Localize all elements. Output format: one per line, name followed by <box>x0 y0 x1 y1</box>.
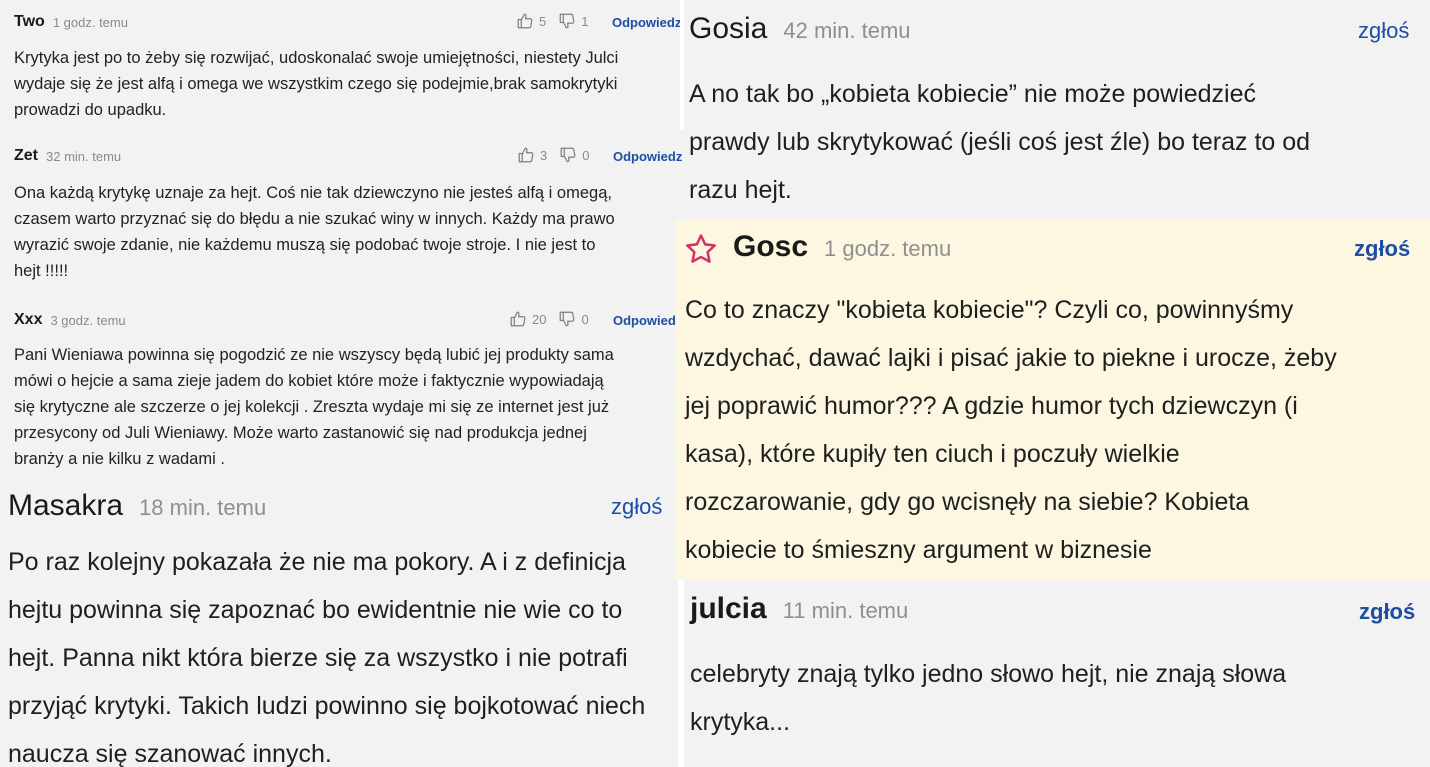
comment-card: Two 1 godz. temu 5 1 Odpowiedz Krytyka j… <box>0 0 680 130</box>
like-count: 20 <box>532 311 547 327</box>
report-link[interactable]: zgłoś <box>1359 599 1415 625</box>
comment-line: kobiecie to śmieszny argument w biznesie <box>685 536 1152 564</box>
comment-author: Two <box>14 13 45 30</box>
comment-author: Xxx <box>14 311 43 328</box>
dislike-button[interactable]: 0 <box>558 310 589 328</box>
comment-line: wyrazić swoje zdanie, nie każdemu muszą … <box>14 236 596 254</box>
comment-line: wydaje się że jest alfą i omega we wszys… <box>14 75 618 93</box>
comment-body: Po raz kolejny pokazała że nie ma pokory… <box>8 538 645 767</box>
comment-header: julcia 11 min. temu <box>690 592 908 626</box>
comment-header: Masakra 18 min. temu <box>8 489 266 523</box>
thumbs-up-icon <box>518 147 534 163</box>
comment-line: Po raz kolejny pokazała że nie ma pokory… <box>8 548 626 576</box>
comment-time: 11 min. temu <box>782 598 909 623</box>
comment-line: mówi o hejcie a sama zieje jadem do kobi… <box>14 372 604 390</box>
comment-line: prowadzi do upadku. <box>14 101 167 119</box>
comment-body: Co to znaczy "kobieta kobiecie"? Czyli c… <box>685 286 1337 574</box>
vote-group: 20 0 <box>509 310 589 328</box>
comment-card: Zet 32 min. temu 3 0 Odpowiedz Ona każdą… <box>0 130 684 293</box>
comment-author: Gosia <box>689 12 768 45</box>
dislike-button[interactable]: 0 <box>559 146 589 164</box>
dislike-count: 0 <box>581 311 589 327</box>
comment-card: Gosia 42 min. temu zgłoś A no tak bo „ko… <box>684 0 1430 220</box>
comment-header: Gosc 1 godz. temu <box>733 230 951 264</box>
comment-author: Masakra <box>8 489 124 522</box>
comment-line: Krytyka jest po to żeby się rozwijać, ud… <box>14 49 619 67</box>
report-link[interactable]: zgłoś <box>1358 18 1409 44</box>
dislike-count: 1 <box>581 13 589 29</box>
comment-line: przesycony od Juli Wieniawy. Może warto … <box>14 424 587 442</box>
thumbs-down-icon <box>560 311 575 327</box>
comment-line: rozczarowanie, gdy go wcisnęły na siebie… <box>685 488 1250 516</box>
comment-body: Pani Wieniawa powinna się pogodzić ze ni… <box>14 342 614 472</box>
reply-button[interactable]: Odpowiedz <box>612 15 680 30</box>
comment-body: celebryty znają tylko jedno słowo hejt, … <box>690 650 1286 746</box>
vote-group: 5 1 <box>516 12 588 30</box>
comment-line: A no tak bo „kobieta kobiecie” nie może … <box>689 80 1256 108</box>
dislike-count: 0 <box>582 147 590 163</box>
like-count: 3 <box>540 147 548 163</box>
comment-header: Gosia 42 min. temu <box>689 12 911 46</box>
comment-line: hejt !!!!! <box>14 262 69 280</box>
like-button[interactable]: 3 <box>517 146 547 164</box>
comment-line: razu hejt. <box>689 176 792 204</box>
comment-time: 3 godz. temu <box>50 312 126 328</box>
comment-line: czasem warto przyznać się do błędu a nie… <box>14 210 615 228</box>
thumbs-down-icon <box>559 13 575 29</box>
comment-line: kasa), które kupiły ten ciuch i poczuły … <box>685 440 1180 468</box>
comment-line: jej poprawić humor??? A gdzie humor tych… <box>685 392 1298 420</box>
comment-card: Masakra 18 min. temu zgłoś Po raz kolejn… <box>0 483 678 767</box>
report-link[interactable]: zgłoś <box>1354 236 1410 262</box>
comment-body: A no tak bo „kobieta kobiecie” nie może … <box>689 70 1310 214</box>
comment-line: hejt. Panna nikt która bierze się za wsz… <box>8 644 628 672</box>
comment-time: 32 min. temu <box>46 148 122 164</box>
comment-time: 1 godz. temu <box>824 236 952 261</box>
comment-body: Krytyka jest po to żeby się rozwijać, ud… <box>14 45 618 123</box>
reply-button[interactable]: Odpowiedz <box>613 149 682 164</box>
comment-author: Zet <box>14 147 38 164</box>
comment-author: Gosc <box>733 230 809 263</box>
comment-line: krytyka... <box>690 708 791 736</box>
comment-time: 1 godz. temu <box>52 14 128 30</box>
featured-comment-card: Gosc 1 godz. temu zgłoś Co to znaczy "ko… <box>676 220 1430 580</box>
comment-line: branży a nie kilku z wadami . <box>14 450 225 468</box>
comment-card: Xxx 3 godz. temu 20 0 Odpowiedz Pani Wie… <box>0 293 676 483</box>
comment-line: naucza się szanować innych. <box>8 740 332 767</box>
comment-body: Ona każdą krytykę uznaje za hejt. Coś ni… <box>14 180 615 284</box>
thumbs-up-icon <box>517 13 533 29</box>
comment-line: hejtu powinna się zapoznać bo ewidentnie… <box>8 596 623 624</box>
comment-line: Pani Wieniawa powinna się pogodzić ze ni… <box>14 346 614 364</box>
report-link[interactable]: zgłoś <box>611 494 662 520</box>
star-icon[interactable] <box>684 232 718 266</box>
comment-line: się krytyczne ale szczerze o jej kolekcj… <box>14 398 610 416</box>
comment-card: julcia 11 min. temu zgłoś celebryty znaj… <box>684 580 1430 767</box>
vote-group: 3 0 <box>517 146 589 164</box>
thumbs-up-icon <box>510 311 526 327</box>
comment-line: Ona każdą krytykę uznaje za hejt. Coś ni… <box>14 184 612 202</box>
comment-line: przyjąć krytyki. Takich ludzi powinno si… <box>8 692 646 720</box>
comment-line: Co to znaczy "kobieta kobiecie"? Czyli c… <box>685 296 1294 324</box>
comment-author: julcia <box>690 592 767 625</box>
reply-button[interactable]: Odpowiedz <box>613 313 676 328</box>
dislike-button[interactable]: 1 <box>558 12 588 30</box>
thumbs-down-icon <box>560 147 576 163</box>
like-button[interactable]: 5 <box>516 12 546 30</box>
like-button[interactable]: 20 <box>509 310 546 328</box>
comment-line: prawdy lub skrytykować (jeśli coś jest ź… <box>689 128 1311 156</box>
comment-time: 18 min. temu <box>139 495 267 520</box>
like-count: 5 <box>539 13 547 29</box>
comment-line: wzdychać, dawać lajki i pisać jakie to p… <box>685 344 1337 372</box>
comment-line: celebryty znają tylko jedno słowo hejt, … <box>690 660 1287 688</box>
comment-time: 42 min. temu <box>783 18 911 43</box>
